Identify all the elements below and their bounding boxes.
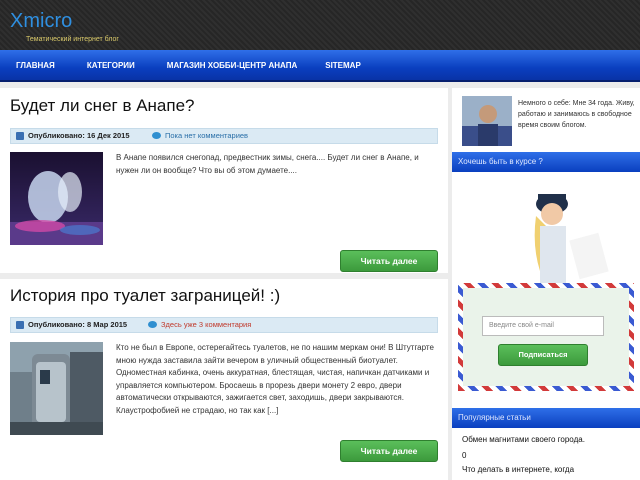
comment-icon [152, 132, 161, 139]
calendar-icon [16, 132, 24, 140]
post-thumbnail[interactable] [10, 342, 103, 435]
subscribe-button[interactable]: Подписаться [498, 344, 588, 366]
popular-post-link[interactable]: Обмен магнитами своего города. [462, 434, 638, 445]
read-more-button[interactable]: Читать далее [340, 440, 438, 462]
author-avatar [462, 96, 512, 146]
post-excerpt: Кто не был в Европе, остерегайтесь туале… [116, 343, 434, 415]
comment-icon [148, 321, 157, 328]
promo-image [492, 176, 612, 284]
post-date: Опубликовано: 8 Мар 2015 [28, 320, 128, 329]
read-more-button[interactable]: Читать далее [340, 250, 438, 272]
post-meta: Опубликовано: 8 Мар 2015 Здесь уже 3 ком… [10, 317, 438, 333]
nav-item-categories[interactable]: Категории [87, 61, 135, 70]
post-excerpt: В Анапе появился снегопад, предвестник з… [116, 153, 419, 175]
popular-post-count: 0 [462, 451, 467, 460]
sidebar: Немного о себе: Мне 34 года. Живу, работ… [452, 88, 640, 480]
site-logo[interactable]: Xmicro [10, 10, 72, 33]
snow-scene-image [10, 152, 103, 245]
site-header: Xmicro Тематический интернет блог [0, 0, 640, 50]
popular-heading: Популярные статьи [452, 408, 640, 428]
post-title[interactable]: История про туалет заграницей! :) [10, 286, 280, 306]
post-comments-link[interactable]: Здесь уже 3 комментария [161, 320, 251, 329]
post-divider [0, 273, 448, 279]
main-content: Будет ли снег в Анапе? Опубликовано: 16 … [0, 88, 448, 480]
popular-post-link[interactable]: Что делать в интернете, когда [462, 464, 638, 475]
post-meta: Опубликовано: 16 Дек 2015 Пока нет комме… [10, 128, 438, 144]
author-bio: Немного о себе: Мне 34 года. Живу, работ… [518, 100, 635, 129]
nav-item-sitemap[interactable]: Sitemap [325, 61, 361, 70]
post-thumbnail[interactable] [10, 152, 103, 245]
toilet-kiosk-image [10, 342, 103, 435]
site-tagline: Тематический интернет блог [26, 36, 119, 43]
calendar-icon [16, 321, 24, 329]
subscribe-box [458, 283, 634, 391]
subscribe-heading: Хочешь быть в курсе ? [452, 152, 640, 172]
nav-item-shop[interactable]: Магазин хобби-центр Анапа [167, 61, 297, 70]
post-date: Опубликовано: 16 Дек 2015 [28, 131, 130, 140]
post-title[interactable]: Будет ли снег в Анапе? [10, 96, 195, 116]
post-comments-link[interactable]: Пока нет комментариев [165, 131, 248, 140]
main-nav: Главная Категории Магазин хобби-центр Ан… [0, 50, 640, 82]
nav-item-home[interactable]: Главная [16, 61, 55, 70]
email-field[interactable]: Введите свой e-mail [482, 316, 604, 336]
